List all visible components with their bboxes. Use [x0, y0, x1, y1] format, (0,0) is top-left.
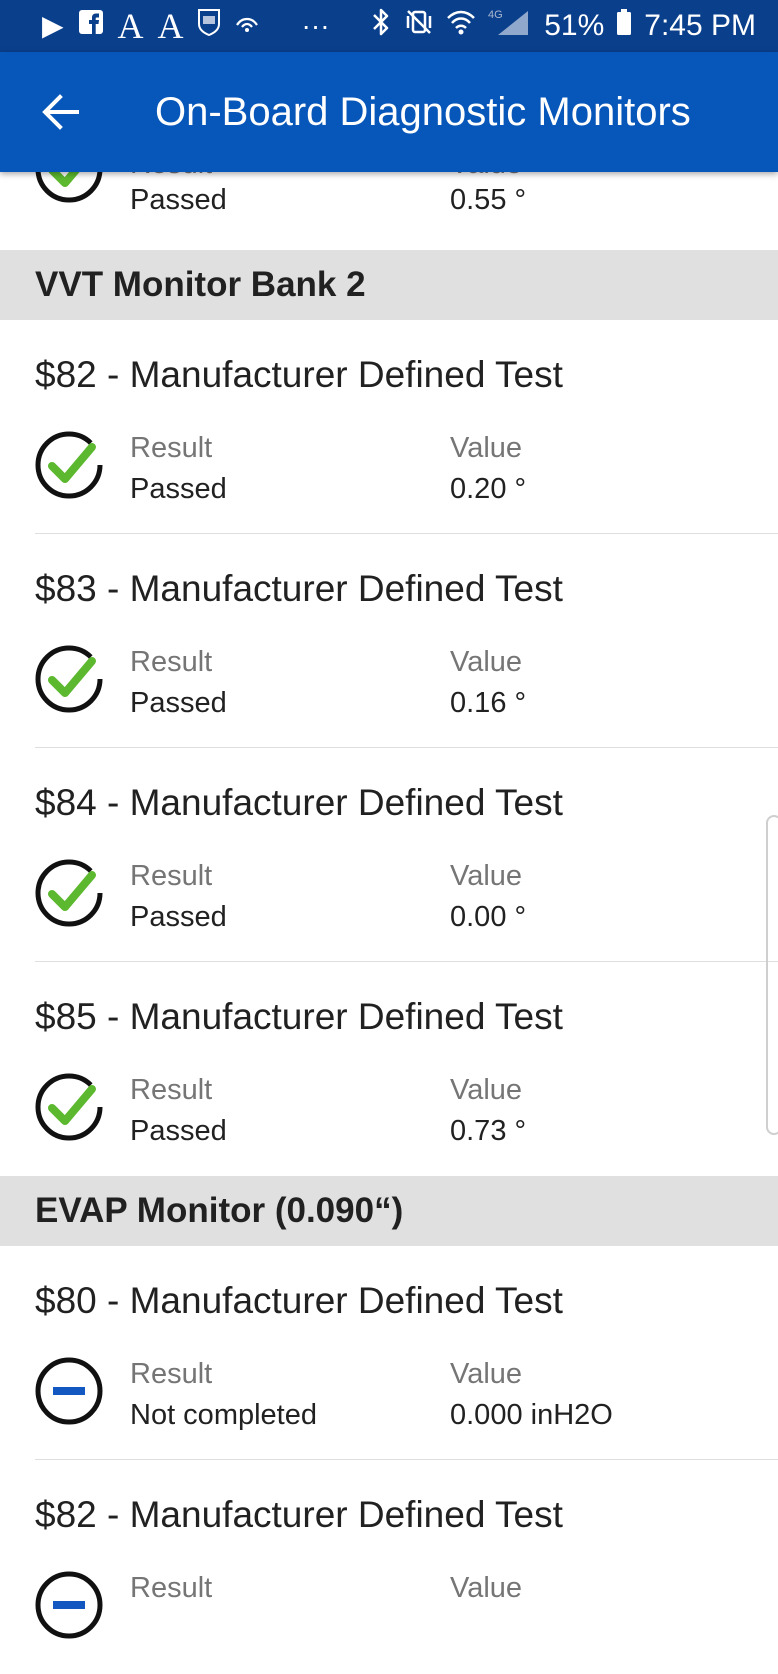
lte-signal-icon: 4G [488, 7, 532, 45]
nfl-icon [197, 8, 220, 44]
section-header-vvt-bank-2: VVT Monitor Bank 2 [0, 250, 778, 320]
result-label: Result [130, 860, 213, 892]
page-title: On-Board Diagnostic Monitors [155, 89, 691, 134]
test-item[interactable]: $83 - Manufacturer Defined Test Result P… [0, 534, 778, 748]
value-text: 0.00 ° [450, 901, 527, 933]
battery-icon [616, 8, 632, 44]
check-circle-icon [35, 431, 103, 499]
value-text: 0.55 ° [450, 184, 527, 216]
back-button[interactable] [0, 52, 120, 172]
value-text: 0.20 ° [450, 473, 527, 505]
test-item[interactable]: $84 - Manufacturer Defined Test Result P… [0, 748, 778, 962]
test-title: $82 - Manufacturer Defined Test [35, 1494, 563, 1535]
value-text: 0.16 ° [450, 687, 527, 719]
scrollbar[interactable] [766, 815, 778, 1135]
clock: 7:45 PM [644, 9, 756, 42]
more-dots-icon: ··· [301, 10, 330, 41]
result-label: Result [130, 432, 213, 464]
value-label: Value [450, 432, 523, 464]
result-text: Passed [130, 901, 227, 933]
test-item[interactable]: $85 - Manufacturer Defined Test Result P… [0, 962, 778, 1176]
system-icons: 4G 51% 7:45 PM [370, 7, 756, 45]
arrow-back-icon [42, 94, 79, 130]
section-header-evap-monitor: EVAP Monitor (0.090“) [0, 1176, 778, 1246]
battery-text: 51% [544, 9, 605, 42]
check-circle-icon [35, 645, 103, 713]
result-label: Result [130, 1074, 213, 1106]
value-label: Value [450, 1074, 523, 1106]
result-text: Not completed [130, 1399, 317, 1431]
notification-icons: ▶ A A ··· [42, 8, 370, 44]
status-bar: ▶ A A ··· 4G 51% 7:45 PM [0, 0, 778, 52]
test-item[interactable]: $80 - Manufacturer Defined Test Result N… [0, 1246, 778, 1460]
font-a-icon: A [157, 6, 184, 46]
wireless-icon [234, 9, 260, 43]
value-label: Value [450, 1572, 523, 1604]
result-text: Passed [130, 184, 227, 216]
test-title: $83 - Manufacturer Defined Test [35, 568, 563, 609]
result-label: Result [130, 646, 213, 678]
value-label: Value [450, 860, 523, 892]
facebook-icon [78, 9, 104, 43]
result-text: Passed [130, 473, 227, 505]
svg-text:4G: 4G [488, 9, 503, 21]
value-text: 0.000 inH2O [450, 1399, 613, 1431]
test-title: $85 - Manufacturer Defined Test [35, 996, 563, 1037]
result-text: Passed [130, 1115, 227, 1147]
vibrate-mute-icon [404, 7, 434, 45]
wifi-icon [446, 8, 476, 44]
value-label: Value [450, 646, 523, 678]
result-text: Passed [130, 687, 227, 719]
font-a-icon: A [117, 6, 144, 46]
monitor-list[interactable]: Result Value Passed 0.55 ° VVT Monitor B… [0, 102, 778, 1674]
check-circle-icon [35, 859, 103, 927]
result-label: Result [130, 1572, 213, 1604]
minus-circle-icon [35, 1357, 103, 1425]
result-label: Result [130, 1358, 213, 1390]
minus-circle-icon [35, 1571, 103, 1639]
value-text: 0.73 ° [450, 1115, 527, 1147]
play-store-icon: ▶ [42, 10, 64, 41]
bluetooth-icon [370, 7, 392, 45]
test-title: $82 - Manufacturer Defined Test [35, 354, 563, 395]
test-item[interactable]: $82 - Manufacturer Defined Test Result V… [0, 1460, 778, 1674]
app-bar: On-Board Diagnostic Monitors [0, 52, 778, 172]
test-item[interactable]: $82 - Manufacturer Defined Test Result P… [0, 320, 778, 534]
check-circle-icon [35, 1073, 103, 1141]
value-label: Value [450, 1358, 523, 1390]
test-title: $80 - Manufacturer Defined Test [35, 1280, 563, 1321]
test-title: $84 - Manufacturer Defined Test [35, 782, 563, 823]
